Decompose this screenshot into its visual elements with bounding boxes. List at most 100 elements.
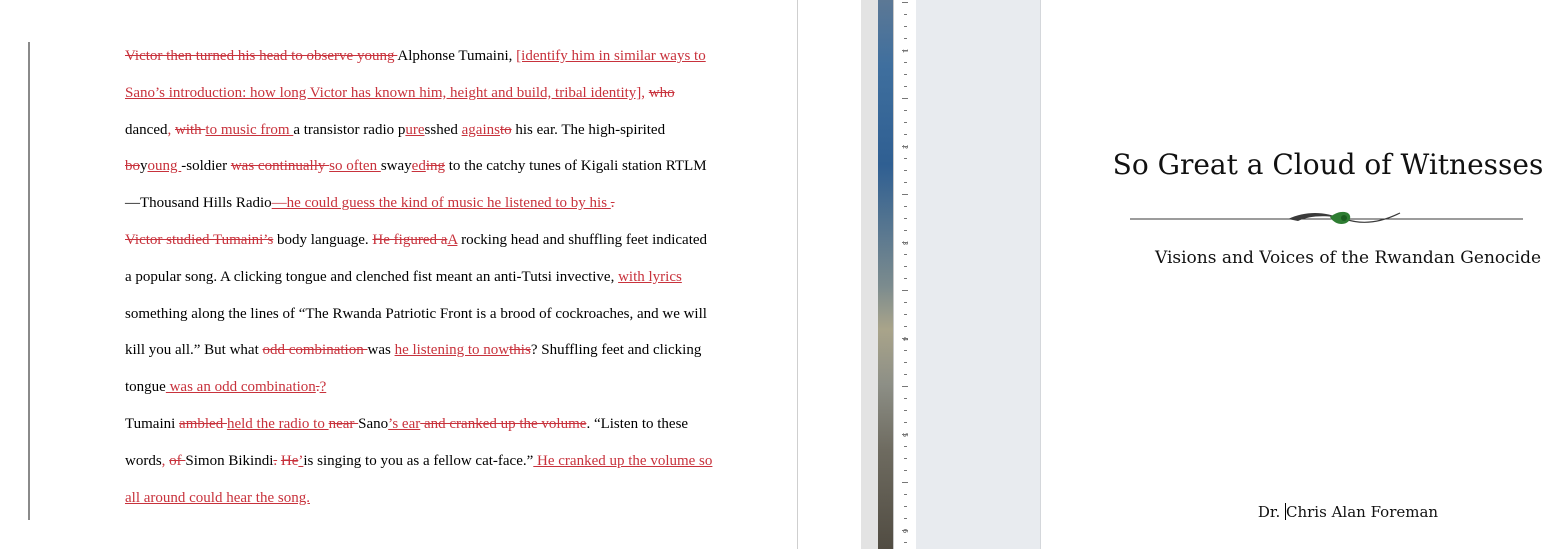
insertion: agains xyxy=(461,121,500,138)
ruler-label: 4 xyxy=(901,336,909,342)
insertion: A xyxy=(447,231,458,248)
ruler-tick xyxy=(902,290,908,291)
ruler-tick xyxy=(904,458,907,459)
ruler-tick xyxy=(904,398,907,399)
text-run: body language. xyxy=(273,231,373,248)
pasteboard xyxy=(916,0,1041,549)
ruler-tick xyxy=(904,410,907,411)
ruler-tick xyxy=(904,218,907,219)
ruler-tick xyxy=(904,518,907,519)
deletion: to xyxy=(499,121,512,138)
deletion: ambled xyxy=(179,415,227,432)
text-run: Tumaini xyxy=(125,415,180,432)
text-run: Simon Bikindi xyxy=(185,452,274,469)
page-gap xyxy=(798,0,861,549)
ruler-tick xyxy=(904,422,907,423)
deletion: this xyxy=(509,342,531,359)
ruler-tick xyxy=(904,494,907,495)
ruler-tick xyxy=(904,302,907,303)
ruler-label: 6 xyxy=(901,528,909,534)
deletion: bo xyxy=(125,158,140,175)
vertical-ruler[interactable]: 1 2 3 4 5 6 xyxy=(893,0,917,549)
change-bar xyxy=(28,42,30,520)
deletion: was continually xyxy=(230,158,330,175)
ruler-tick xyxy=(904,374,907,375)
ruler-tick xyxy=(904,314,907,315)
insertion: ? xyxy=(319,379,327,396)
ruler-tick xyxy=(902,194,908,195)
book-title[interactable]: So Great a Cloud of Witnesses xyxy=(1041,148,1567,181)
subtitle[interactable]: Visions and Voices of the Rwandan Genoci… xyxy=(1101,248,1567,268)
deletion: ing xyxy=(425,158,445,175)
paragraph-2[interactable]: Victor studied Tumaini’s body language. … xyxy=(77,222,717,406)
insertion: to music from xyxy=(205,121,294,138)
ruler-tick xyxy=(902,242,908,243)
text-run: ss xyxy=(424,121,437,138)
ruler-tick xyxy=(902,434,908,435)
insertion: with lyrics xyxy=(618,268,682,285)
ruler-tick xyxy=(902,338,908,339)
manuscript-page[interactable]: Victor then turned his head to observe y… xyxy=(0,0,797,549)
deletion: and cranked up the volume xyxy=(420,415,587,432)
insertion: ’s ear xyxy=(388,415,421,432)
ruler-tick xyxy=(902,98,908,99)
ruler-tick xyxy=(904,326,907,327)
text-run: his ear. The high-spirited xyxy=(511,121,666,138)
ruler-tick xyxy=(904,14,907,15)
insertion: held the radio to xyxy=(226,415,329,432)
paragraph-1[interactable]: Victor then turned his head to observe y… xyxy=(77,38,717,222)
ruler-tick xyxy=(904,206,907,207)
author-prefix: Dr. xyxy=(1257,503,1285,521)
ruler-tick xyxy=(904,266,907,267)
ruler-tick xyxy=(904,278,907,279)
ruler-tick xyxy=(902,482,908,483)
ruler-tick xyxy=(902,530,908,531)
ruler-label: 2 xyxy=(901,144,909,150)
author-line[interactable]: Dr. Chris Alan Foreman xyxy=(1101,503,1567,521)
ruler-tick xyxy=(904,230,907,231)
ruler-tick xyxy=(904,506,907,507)
text-run: sway xyxy=(380,158,412,175)
ruler-tick xyxy=(904,134,907,135)
insertion: was an odd combination xyxy=(165,379,316,396)
ruler-label: 5 xyxy=(901,432,909,438)
ruler-tick xyxy=(904,170,907,171)
ruler-tick xyxy=(902,386,908,387)
ruler-label: 3 xyxy=(901,240,909,246)
text-run: a transistor radio p xyxy=(293,121,406,138)
cover-photo-strip[interactable] xyxy=(878,0,893,549)
insertion: so often xyxy=(329,158,381,175)
deletion: who xyxy=(648,84,675,101)
text-run: y xyxy=(140,158,148,175)
deletion: Victor studied Tumaini’s xyxy=(125,231,274,248)
deletion: He figured a xyxy=(372,231,448,248)
deletion: near xyxy=(328,415,359,432)
text-run: danced xyxy=(125,121,168,138)
paragraph-3[interactable]: Tumaini ambled held the radio to near Sa… xyxy=(77,406,717,516)
ruler-tick xyxy=(904,254,907,255)
text-run: was xyxy=(367,342,395,359)
ruler-tick xyxy=(902,2,908,3)
insertion: he listening to now xyxy=(394,342,510,359)
image-edge xyxy=(861,0,878,549)
ruler-tick xyxy=(902,146,908,147)
deletion: . xyxy=(610,195,615,212)
text-run: hed xyxy=(436,121,462,138)
ruler-tick xyxy=(904,362,907,363)
insertion: oung xyxy=(147,158,182,175)
ruler-tick xyxy=(904,542,907,543)
deletion: with xyxy=(174,121,206,138)
insertion: ure xyxy=(405,121,425,138)
ruler-tick xyxy=(904,158,907,159)
ruler-tick xyxy=(904,26,907,27)
title-page[interactable]: So Great a Cloud of Witnesses Visions an… xyxy=(1041,0,1567,549)
ruler-tick xyxy=(904,470,907,471)
ruler-tick xyxy=(904,86,907,87)
ruler-tick xyxy=(902,50,908,51)
text-run: Alphonse Tumaini, xyxy=(397,48,517,64)
insertion: —he could guess the kind of music he lis… xyxy=(271,195,611,212)
text-run: Sano xyxy=(358,415,389,432)
document-body[interactable]: Victor then turned his head to observe y… xyxy=(77,38,717,516)
ruler-tick xyxy=(904,110,907,111)
ruler-label: 1 xyxy=(901,48,909,54)
